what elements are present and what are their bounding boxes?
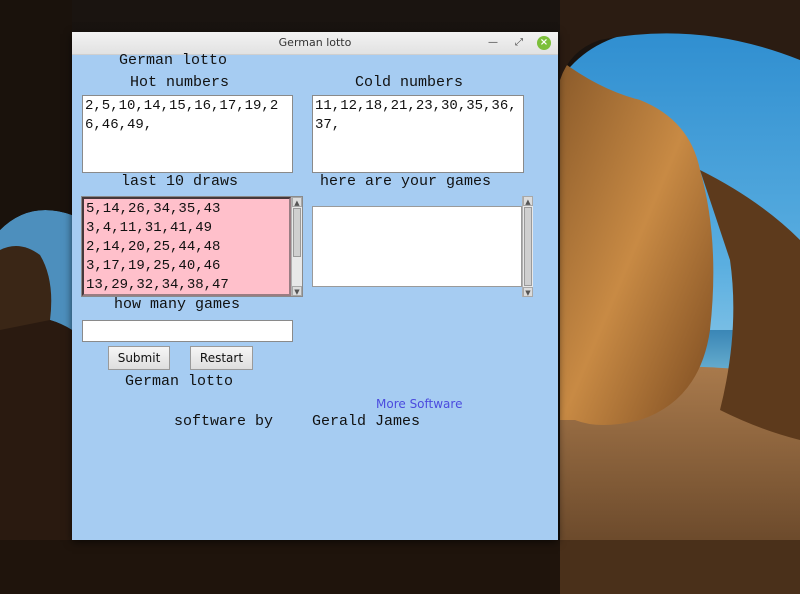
scroll-down-icon[interactable]: ▼ [292,286,302,296]
maximize-icon[interactable]: ⤢ [511,35,527,51]
list-item[interactable]: 5,14,26,34,35,43 [86,200,287,219]
restart-button[interactable]: Restart [190,346,253,370]
scroll-thumb[interactable] [293,208,301,257]
list-item[interactable]: 2,14,20,25,44,48 [86,238,287,257]
draws-scrollbar[interactable]: ▲ ▼ [291,197,302,296]
games-scrollbar[interactable]: ▲ ▼ [522,196,533,297]
scroll-up-icon[interactable]: ▲ [292,197,302,207]
cold-numbers-textbox[interactable]: 11,12,18,21,23,30,35,36,37, [312,95,524,173]
credit-prefix: software by [174,413,274,430]
submit-button[interactable]: Submit [108,346,170,370]
list-item[interactable]: 13,29,32,34,38,47 [86,276,287,294]
list-item[interactable]: 3,17,19,25,40,46 [86,257,287,276]
close-icon[interactable]: × [537,36,551,50]
list-item[interactable]: 3,4,11,31,41,49 [86,219,287,238]
scroll-thumb[interactable] [524,207,532,286]
last-draws-label: last 10 draws [121,173,239,190]
scroll-down-icon[interactable]: ▼ [523,287,533,297]
credit-name: Gerald James [312,413,421,430]
cold-numbers-label: Cold numbers [355,74,464,91]
more-software-link[interactable]: More Software [376,397,462,411]
how-many-games-label: how many games [114,296,241,313]
footer-title: German lotto [125,373,234,390]
hot-numbers-label: Hot numbers [130,74,230,91]
games-list[interactable] [312,206,522,287]
minimize-icon[interactable]: — [485,35,501,51]
your-games-label: here are your games [320,173,492,190]
app-window: German lotto — ⤢ × German lotto Hot numb… [72,32,558,540]
app-header: German lotto [119,52,228,69]
last-draws-listbox[interactable]: 5,14,26,34,35,43 3,4,11,31,41,49 2,14,20… [81,196,303,297]
how-many-games-input[interactable] [82,320,293,342]
hot-numbers-textbox[interactable]: 2,5,10,14,15,16,17,19,26,46,49, [82,95,293,173]
scroll-up-icon[interactable]: ▲ [523,196,533,206]
your-games-listbox[interactable]: ▲ ▼ [312,196,533,297]
draws-list[interactable]: 5,14,26,34,35,43 3,4,11,31,41,49 2,14,20… [82,197,291,296]
